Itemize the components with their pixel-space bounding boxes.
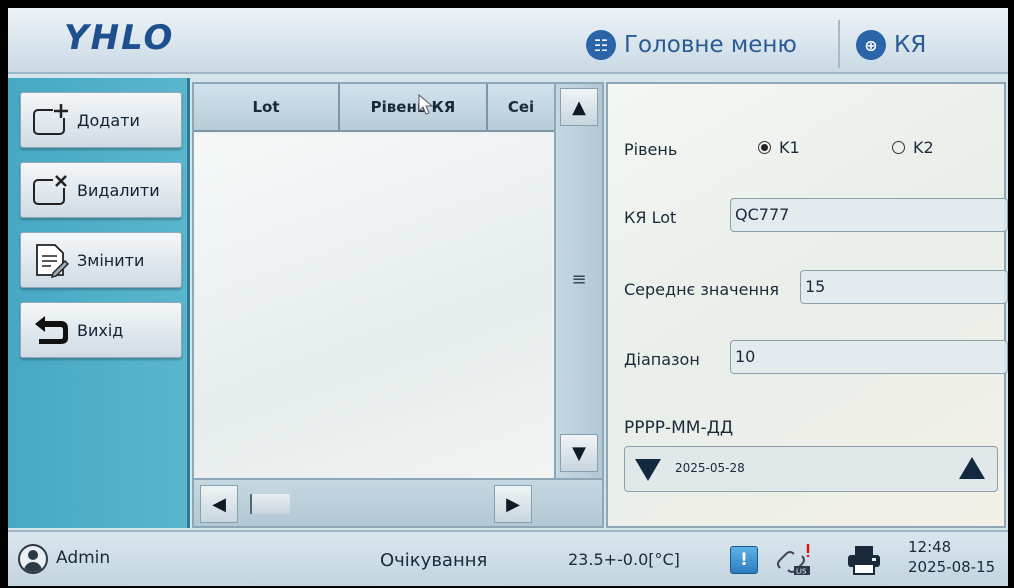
- column-header-mean[interactable]: Сеі: [488, 84, 554, 130]
- edit-button[interactable]: Змінити: [20, 232, 182, 288]
- scroll-right-button[interactable]: ▶: [494, 485, 532, 523]
- header-bar: YHLO ☷ Головне меню ⊕ КЯ: [8, 8, 1008, 74]
- add-icon: [33, 104, 69, 135]
- date-value: 2025-05-28: [675, 461, 745, 475]
- back-arrow-icon: [35, 316, 68, 344]
- level-radio-k1[interactable]: K1: [758, 138, 800, 157]
- clock-date: 2025-08-15: [908, 558, 996, 576]
- status-bar: Admin Очікування 23.5+-0.0[°C] ! LIS 12:…: [8, 530, 1008, 586]
- svg-text:LIS: LIS: [796, 568, 807, 576]
- brand-logo: YHLO: [64, 18, 175, 58]
- exit-label: Вихід: [77, 320, 124, 340]
- alarm-icon[interactable]: !: [730, 546, 758, 574]
- qc-magnifier-icon: ⊕: [856, 30, 886, 60]
- level-radio-k2[interactable]: K2: [892, 138, 934, 157]
- mean-input[interactable]: 15: [800, 270, 1008, 304]
- add-label: Додати: [77, 110, 140, 130]
- delete-label: Видалити: [77, 180, 160, 200]
- mean-label: Середнє значення: [624, 280, 780, 299]
- scroll-down-button[interactable]: ▼: [560, 434, 598, 472]
- level-option-label: K2: [913, 138, 934, 157]
- vertical-scrollbar[interactable]: ▲ ≡ ▼: [554, 84, 602, 478]
- scroll-left-button[interactable]: ◀: [200, 485, 238, 523]
- printer-icon[interactable]: [846, 544, 882, 576]
- radio-unselected-icon: [892, 141, 905, 154]
- system-status: Очікування: [380, 550, 488, 571]
- level-option-label: K1: [779, 138, 800, 157]
- delete-icon: [33, 174, 69, 205]
- date-decrement-icon[interactable]: [633, 455, 663, 483]
- range-input[interactable]: 10: [730, 340, 1008, 374]
- mouse-cursor-icon: [418, 94, 434, 115]
- range-label: Діапазон: [624, 350, 700, 369]
- menu-grid-icon: ☷: [586, 30, 616, 60]
- temperature-readout: 23.5+-0.0[°C]: [568, 550, 680, 569]
- level-label: Рівень: [624, 140, 678, 159]
- lis-link-icon[interactable]: LIS: [774, 542, 814, 578]
- date-increment-icon[interactable]: [957, 455, 987, 483]
- delete-button[interactable]: Видалити: [20, 162, 182, 218]
- clock-time: 12:48: [908, 538, 952, 556]
- column-header-qc-level[interactable]: Рівень КЯ: [340, 84, 488, 130]
- scroll-grip-icon[interactable]: ≡: [566, 270, 592, 290]
- date-picker[interactable]: 2025-05-28: [624, 446, 998, 492]
- table-body[interactable]: [194, 134, 552, 478]
- radio-selected-icon: [758, 141, 771, 154]
- main-menu-label: Головне меню: [624, 32, 797, 58]
- scroll-up-button[interactable]: ▲: [560, 88, 598, 126]
- exit-button[interactable]: Вихід: [20, 302, 182, 358]
- edit-label: Змінити: [77, 250, 145, 270]
- qc-lot-table: Lot Рівень КЯ Сеі ▲ ≡ ▼ ◀ ▶: [192, 82, 604, 528]
- edit-icon: [36, 244, 69, 278]
- horizontal-scrollbar[interactable]: ◀ ▶: [194, 478, 602, 526]
- lot-label: КЯ Lot: [624, 208, 677, 227]
- main-menu-button[interactable]: ☷ Головне меню: [578, 22, 836, 68]
- table-header: Lot Рівень КЯ Сеі: [194, 84, 554, 132]
- date-format-label: РРРР-ММ-ДД: [624, 418, 734, 438]
- user-name: Admin: [56, 548, 111, 568]
- add-button[interactable]: Додати: [20, 92, 182, 148]
- horizontal-scroll-thumb[interactable]: [250, 494, 290, 514]
- header-divider: [838, 20, 840, 68]
- column-header-lot[interactable]: Lot: [194, 84, 340, 130]
- qc-button[interactable]: ⊕ КЯ: [850, 22, 1000, 68]
- screen: YHLO ☷ Головне меню ⊕ КЯ Додати Видалити…: [8, 8, 1008, 586]
- qc-label: КЯ: [894, 32, 927, 58]
- qc-detail-form: Рівень K1 K2 КЯ Lot QC777 Середнє значен…: [606, 82, 1008, 528]
- user-avatar-icon[interactable]: [18, 544, 48, 574]
- sidebar: Додати Видалити Змінити Вихід: [8, 78, 190, 528]
- lot-input[interactable]: QC777: [730, 198, 1008, 232]
